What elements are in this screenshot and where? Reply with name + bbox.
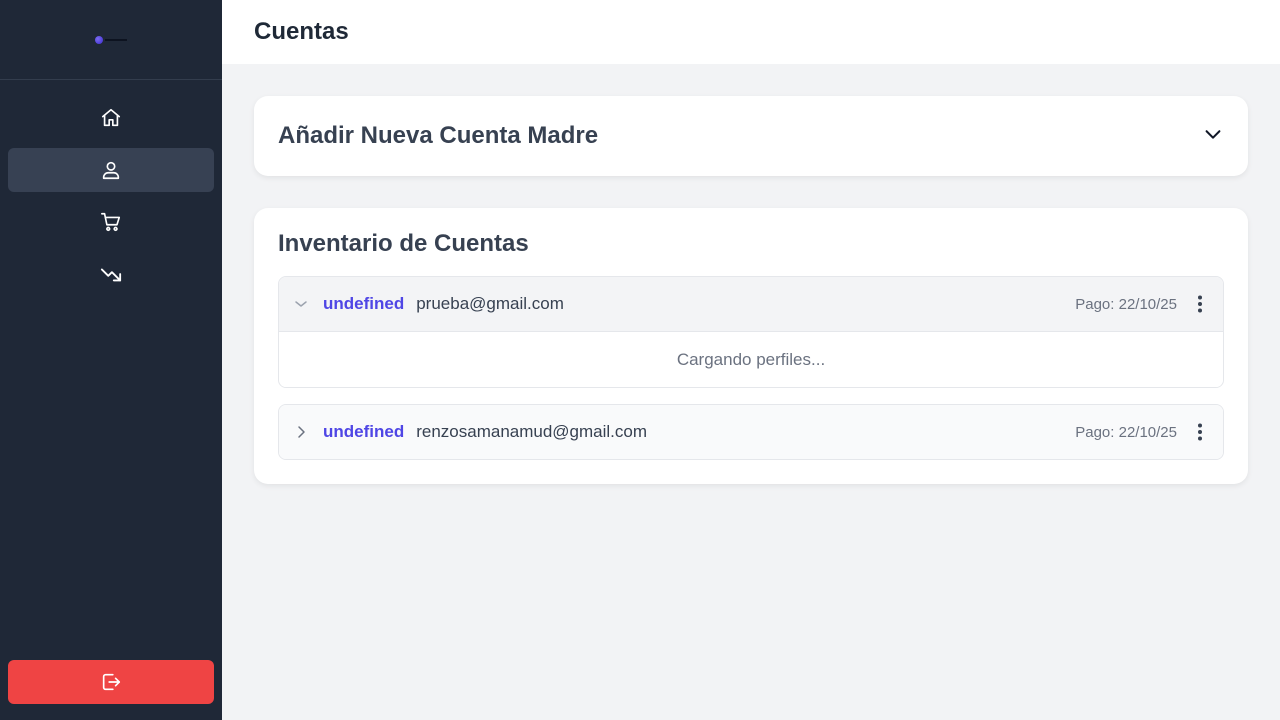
more-vertical-icon (1198, 295, 1202, 313)
expand-toggle[interactable] (1202, 123, 1224, 150)
account-header[interactable]: undefined prueba@gmail.com Pago: 22/10/2… (279, 277, 1223, 331)
sidebar-item-cuentas[interactable] (8, 148, 214, 192)
sidebar (0, 0, 222, 720)
user-icon (102, 161, 120, 180)
add-account-panel[interactable]: Añadir Nueva Cuenta Madre (254, 96, 1248, 176)
main-content: Añadir Nueva Cuenta Madre Inventario de … (254, 96, 1248, 484)
account-item: undefined renzosamanamud@gmail.com Pago:… (278, 404, 1224, 460)
chevron-down-icon (295, 301, 307, 307)
chevron-right-icon (298, 426, 305, 438)
account-toggle[interactable] (293, 424, 309, 440)
account-header[interactable]: undefined renzosamanamud@gmail.com Pago:… (279, 405, 1223, 459)
logout-icon (102, 673, 121, 691)
chevron-down-icon (1205, 129, 1221, 139)
account-menu-button[interactable] (1191, 293, 1209, 315)
app-logo[interactable] (95, 35, 127, 44)
account-name: undefined (323, 422, 405, 441)
cart-icon (101, 212, 121, 232)
trending-down-icon (100, 268, 122, 282)
account-payment-date: Pago: 22/10/25 (1075, 423, 1177, 441)
sidebar-nav (0, 80, 222, 296)
logo-mark (95, 35, 103, 44)
sidebar-item-cart[interactable] (8, 200, 214, 244)
sidebar-item-home[interactable] (8, 96, 214, 140)
account-email: renzosamanamud@gmail.com (416, 422, 648, 441)
logo-area (0, 0, 222, 80)
home-icon (101, 108, 121, 127)
account-profiles-loading: Cargando perfiles... (279, 331, 1223, 387)
sidebar-item-trending[interactable] (8, 252, 214, 296)
more-vertical-icon (1198, 423, 1202, 441)
inventory-panel: Inventario de Cuentas undefined prueba@g… (254, 208, 1248, 484)
logout-button[interactable] (8, 660, 214, 704)
inventory-title: Inventario de Cuentas (278, 230, 529, 257)
logo-wordmark (105, 39, 127, 41)
add-account-title: Añadir Nueva Cuenta Madre (278, 122, 599, 149)
account-menu-button[interactable] (1191, 421, 1209, 443)
account-payment-date: Pago: 22/10/25 (1075, 295, 1177, 313)
page-title: Cuentas (254, 18, 349, 45)
page-header: Cuentas (222, 0, 1280, 64)
account-email: prueba@gmail.com (416, 294, 564, 313)
account-name: undefined (323, 294, 405, 313)
account-toggle[interactable] (293, 296, 309, 312)
account-item: undefined prueba@gmail.com Pago: 22/10/2… (278, 276, 1224, 388)
